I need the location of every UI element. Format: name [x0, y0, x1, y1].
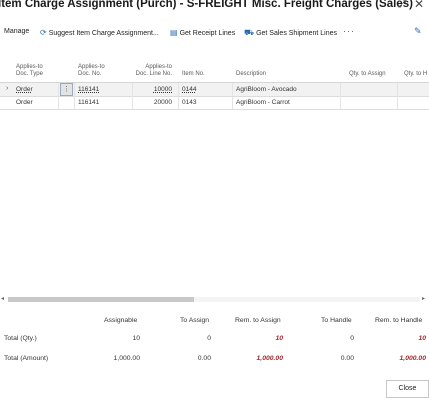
totals-header-rem-to-handle: Rem. to Handle [375, 317, 423, 324]
cell-doc-type[interactable]: Order [16, 99, 33, 106]
header-doc-no-line2: Doc. No. [78, 71, 102, 77]
total-amount-to-handle: 0.00 [340, 355, 354, 362]
cell-doc-line-no[interactable]: 20000 [140, 99, 172, 106]
title-bar: Item Charge Assignment (Purch) - S-FREIG… [0, 0, 429, 14]
scroll-right-icon[interactable]: ▸ [422, 295, 425, 302]
total-qty-to-handle: 0 [350, 335, 354, 342]
cell-doc-no[interactable]: 116141 [78, 99, 99, 106]
get-receipt-lines-action[interactable]: ▤ Get Receipt Lines [170, 28, 235, 37]
cell-doc-no[interactable]: 116141 [78, 86, 99, 93]
row-divider [0, 109, 429, 110]
assignment-lines-grid: Applies-to Doc. Type Applies-to Doc. No.… [0, 46, 429, 308]
column-divider [178, 83, 179, 109]
horizontal-scrollbar[interactable]: ◂ ▸ [0, 296, 429, 303]
header-doc-type-line2: Doc. Type [16, 71, 43, 77]
total-qty-to-assign: 0 [207, 335, 211, 342]
suggest-icon: ⟳ [40, 28, 47, 37]
row-selector-icon[interactable]: › [6, 85, 8, 92]
header-doc-line-no[interactable]: Applies-to Doc. Line No. [134, 64, 172, 78]
personalize-icon[interactable]: ✎ [414, 26, 422, 37]
scroll-left-icon[interactable]: ◂ [1, 295, 4, 302]
header-qty-to-assign[interactable]: Qty. to Assign [349, 71, 386, 78]
shipment-icon: ⛟ [244, 28, 255, 37]
total-amount-to-assign: 0.00 [197, 355, 211, 362]
cell-item-no[interactable]: 0143 [182, 99, 196, 106]
header-doc-no-line1: Applies-to [78, 64, 105, 70]
totals-header-rem-to-assign: Rem. to Assign [235, 317, 281, 324]
header-doc-type-line1: Applies-to [16, 64, 43, 70]
shipment-label: Get Sales Shipment Lines [256, 30, 338, 37]
header-doc-line-no-line1: Applies-to [145, 64, 172, 70]
more-options-icon[interactable]: ··· [343, 26, 355, 36]
header-description[interactable]: Description [236, 71, 266, 78]
column-divider [58, 83, 59, 109]
column-divider [397, 83, 398, 109]
manage-action[interactable]: Manage [4, 28, 29, 35]
total-amount-assignable: 1,000.00 [113, 355, 140, 362]
total-amount-rem-to-handle: 1,000.00 [399, 355, 426, 362]
action-bar: Manage ⟳ Suggest Item Charge Assignment..… [0, 25, 429, 43]
expand-icon[interactable]: ⤢ [398, 0, 406, 10]
total-amount-label: Total (Amount) [4, 355, 49, 362]
totals-header-to-handle: To Handle [321, 317, 352, 324]
dialog-title: Item Charge Assignment (Purch) - S-FREIG… [0, 0, 413, 10]
header-doc-no[interactable]: Applies-to Doc. No. [78, 64, 105, 78]
total-qty-rem-to-assign: 10 [275, 335, 283, 342]
total-qty-label: Total (Qty.) [4, 335, 37, 342]
totals-header-to-assign: To Assign [180, 317, 210, 324]
header-qty-to-handle[interactable]: Qty. to H [404, 71, 427, 78]
suggest-assignment-action[interactable]: ⟳ Suggest Item Charge Assignment... [40, 28, 159, 37]
close-button[interactable]: Close [386, 380, 429, 398]
cell-item-no[interactable]: 0144 [182, 86, 196, 93]
column-divider [74, 83, 75, 109]
total-amount-rem-to-assign: 1,000.00 [256, 355, 283, 362]
column-divider [232, 83, 233, 109]
cell-description: AgriBloom - Avocado [236, 86, 297, 93]
header-doc-line-no-line2: Doc. Line No. [135, 71, 172, 77]
cell-doc-line-no[interactable]: 10000 [140, 86, 172, 93]
column-divider [132, 83, 133, 109]
scroll-thumb[interactable] [8, 297, 194, 302]
totals-section: Assignable To Assign Rem. to Assign To H… [0, 314, 429, 374]
table-row[interactable]: Order 116141 20000 0143 AgriBloom - Carr… [0, 96, 429, 109]
column-divider [340, 83, 341, 109]
header-item-no[interactable]: Item No. [182, 71, 205, 78]
totals-header-assignable: Assignable [104, 317, 138, 324]
cell-doc-type[interactable]: Order [16, 86, 33, 93]
total-qty-rem-to-handle: 10 [418, 335, 426, 342]
cell-description: AgriBloom - Carrot [236, 99, 290, 106]
row-actions-icon[interactable]: ⋮ [60, 83, 73, 96]
get-sales-shipment-lines-action[interactable]: ⛟ Get Sales Shipment Lines [244, 28, 337, 38]
manage-label: Manage [4, 28, 30, 35]
suggest-label: Suggest Item Charge Assignment... [48, 30, 159, 37]
total-qty-assignable: 10 [132, 335, 140, 342]
table-row[interactable]: › Order ⋮ 116141 10000 0144 AgriBloom - … [0, 83, 429, 96]
receipt-icon: ▤ [170, 28, 178, 37]
header-doc-type[interactable]: Applies-to Doc. Type [16, 64, 43, 78]
receipt-label: Get Receipt Lines [179, 30, 236, 37]
close-icon[interactable]: ✕ [414, 0, 424, 11]
